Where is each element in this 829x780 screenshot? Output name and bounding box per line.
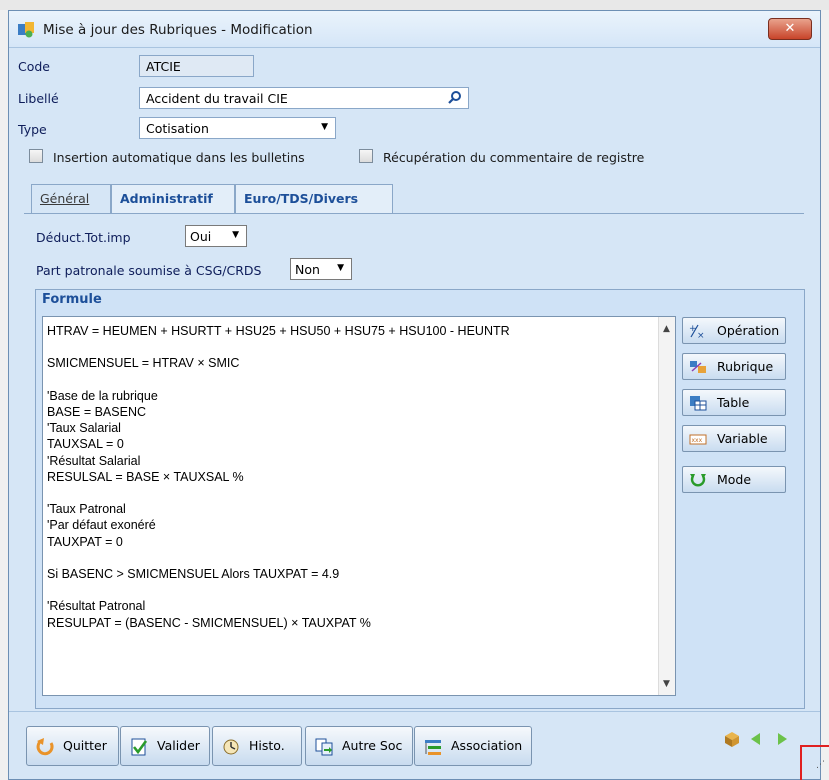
resize-grip-icon[interactable]: ⋰	[816, 760, 826, 770]
deduct-value: Oui	[190, 229, 212, 244]
formula-line[interactable]: BASE = BASENC	[47, 404, 647, 420]
operation-icon: + ×	[689, 323, 707, 341]
table-label: Table	[717, 395, 750, 410]
rubrique-button[interactable]: Rubrique	[682, 353, 786, 380]
chevron-down-icon: ▼	[232, 230, 239, 240]
tab-administratif[interactable]: Administratif	[111, 184, 235, 214]
formula-line[interactable]: TAUXPAT = 0	[47, 534, 647, 550]
formula-line[interactable]: 'Taux Patronal	[47, 501, 647, 517]
part-patronale-value: Non	[295, 262, 320, 277]
history-icon	[221, 737, 241, 757]
mode-button[interactable]: Mode	[682, 466, 786, 493]
chevron-down-icon: ▼	[337, 263, 344, 273]
variable-button[interactable]: xxx Variable	[682, 425, 786, 452]
part-patronale-select[interactable]: Non ▼	[290, 258, 352, 280]
formula-line[interactable]: RESULPAT = (BASENC - SMICMENSUEL) × TAUX…	[47, 615, 647, 631]
autre-soc-button[interactable]: Autre Soc	[305, 726, 413, 766]
formula-line[interactable]	[47, 372, 647, 388]
copy-icon	[314, 737, 334, 757]
autre-soc-label: Autre Soc	[342, 738, 403, 753]
formula-line[interactable]	[47, 550, 647, 566]
formula-line[interactable]: 'Par défaut exonéré	[47, 517, 647, 533]
libelle-value: Accident du travail CIE	[146, 91, 288, 106]
variable-label: Variable	[717, 431, 768, 446]
deduct-label: Déduct.Tot.imp	[36, 230, 131, 245]
background-strip	[0, 0, 829, 10]
editor-scrollbar[interactable]: ▲ ▼	[658, 317, 675, 695]
type-value: Cotisation	[146, 121, 209, 136]
operation-button[interactable]: + × Opération	[682, 317, 786, 344]
quitter-label: Quitter	[63, 738, 107, 753]
formule-title: Formule	[42, 292, 102, 307]
recuperation-checkbox[interactable]	[359, 149, 373, 163]
variable-icon: xxx	[689, 431, 707, 447]
libelle-label: Libellé	[18, 91, 59, 106]
histo-label: Histo.	[249, 738, 285, 753]
package-icon[interactable]	[723, 730, 741, 748]
histo-button[interactable]: Histo.	[212, 726, 302, 766]
operation-label: Opération	[717, 323, 780, 338]
association-button[interactable]: Association	[414, 726, 532, 766]
chevron-down-icon: ▼	[321, 122, 328, 132]
title-bar[interactable]: Mise à jour des Rubriques - Modification…	[9, 11, 820, 48]
search-icon[interactable]	[448, 90, 462, 104]
formula-line[interactable]: TAUXSAL = 0	[47, 436, 647, 452]
table-icon	[689, 395, 707, 411]
formula-editor[interactable]: HTRAV = HEUMEN + HSURTT + HSU25 + HSU50 …	[42, 316, 676, 696]
formula-line[interactable]	[47, 339, 647, 355]
mode-label: Mode	[717, 472, 752, 487]
libelle-field[interactable]: Accident du travail CIE	[139, 87, 469, 109]
formule-group: Formule HTRAV = HEUMEN + HSURTT + HSU25 …	[35, 289, 805, 709]
quitter-button[interactable]: Quitter	[26, 726, 119, 766]
formula-line[interactable]: HTRAV = HEUMEN + HSURTT + HSU25 + HSU50 …	[47, 323, 647, 339]
rubrique-icon	[689, 359, 707, 375]
refresh-icon	[689, 472, 707, 488]
association-label: Association	[451, 738, 523, 753]
valider-button[interactable]: Valider	[120, 726, 210, 766]
bottom-toolbar: Quitter Valider Histo. Autre Soc Associa…	[9, 711, 820, 779]
validate-icon	[129, 737, 149, 757]
window-title: Mise à jour des Rubriques - Modification	[43, 22, 313, 38]
association-icon	[423, 737, 443, 757]
dialog-window: Mise à jour des Rubriques - Modification…	[8, 10, 821, 780]
type-select[interactable]: Cotisation ▼	[139, 117, 336, 139]
formula-line[interactable]: Si BASENC > SMICMENSUEL Alors TAUXPAT = …	[47, 566, 647, 582]
insertion-checkbox[interactable]	[29, 149, 43, 163]
svg-text:xxx: xxx	[692, 437, 703, 444]
deduct-select[interactable]: Oui ▼	[185, 225, 247, 247]
formula-text[interactable]: HTRAV = HEUMEN + HSURTT + HSU25 + HSU50 …	[47, 323, 647, 631]
code-field[interactable]: ATCIE	[139, 55, 254, 77]
code-label: Code	[18, 59, 51, 74]
tab-panel-border	[24, 213, 804, 214]
type-label: Type	[18, 122, 47, 137]
app-icon	[17, 21, 35, 39]
previous-arrow-icon[interactable]	[747, 730, 765, 748]
formula-line[interactable]: 'Résultat Patronal	[47, 598, 647, 614]
part-patronale-label: Part patronale soumise à CSG/CRDS	[36, 263, 262, 278]
close-button[interactable]: ✕	[768, 18, 812, 40]
tab-general[interactable]: Général	[31, 184, 111, 214]
svg-text:×: ×	[697, 331, 705, 339]
formula-line[interactable]	[47, 485, 647, 501]
table-button[interactable]: Table	[682, 389, 786, 416]
recuperation-label: Récupération du commentaire de registre	[383, 150, 645, 165]
formula-line[interactable]: 'Résultat Salarial	[47, 453, 647, 469]
rubrique-label: Rubrique	[717, 359, 774, 374]
exit-icon	[35, 737, 55, 757]
next-arrow-icon[interactable]	[773, 730, 791, 748]
formula-line[interactable]: 'Base de la rubrique	[47, 388, 647, 404]
valider-label: Valider	[157, 738, 200, 753]
scroll-up-icon[interactable]: ▲	[663, 324, 670, 334]
formula-line[interactable]	[47, 582, 647, 598]
close-icon: ✕	[784, 21, 796, 36]
formula-line[interactable]: RESULSAL = BASE × TAUXSAL %	[47, 469, 647, 485]
scroll-down-icon[interactable]: ▼	[663, 679, 670, 689]
formula-line[interactable]: 'Taux Salarial	[47, 420, 647, 436]
formula-line[interactable]: SMICMENSUEL = HTRAV × SMIC	[47, 355, 647, 371]
insertion-label: Insertion automatique dans les bulletins	[53, 150, 305, 165]
tab-euro-tds-divers[interactable]: Euro/TDS/Divers	[235, 184, 393, 214]
